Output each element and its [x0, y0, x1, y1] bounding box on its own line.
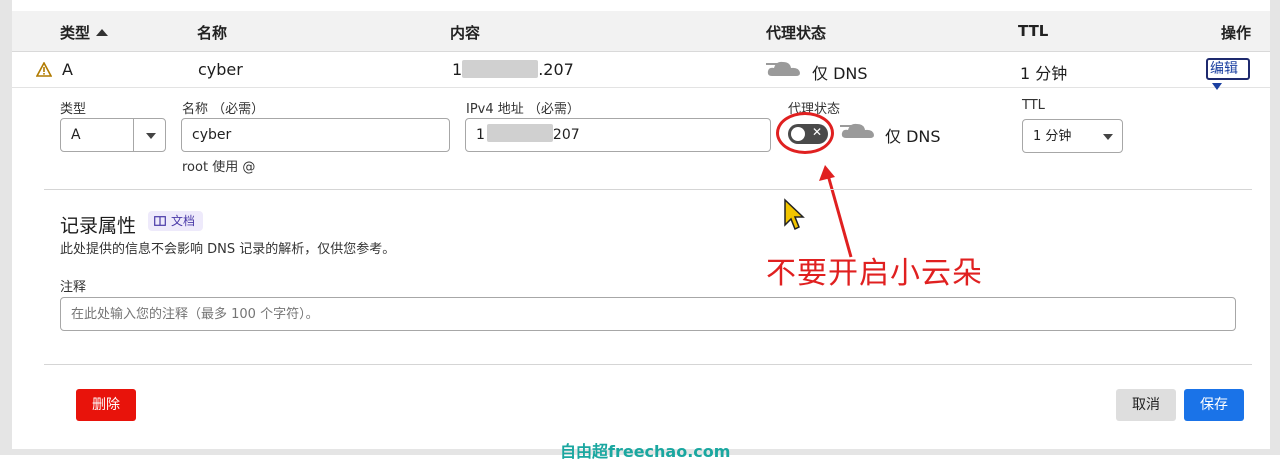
ttl-select-value: 1 分钟 [1033, 129, 1072, 144]
window-frame-right [1270, 0, 1280, 455]
record-props-description: 此处提供的信息不会影响 DNS 记录的解析，仅供您参考。 [60, 242, 396, 257]
warning-icon [36, 62, 52, 77]
doc-link[interactable]: 文档 [148, 211, 204, 231]
cloud-icon [766, 61, 800, 76]
section-divider [44, 364, 1252, 365]
ipv4-suffix: 207 [552, 127, 580, 143]
annotation-text: 不要开启小云朵 [766, 256, 983, 291]
row-name: cyber [198, 60, 243, 79]
row-content-prefix: 1 [452, 60, 463, 79]
row-type: A [62, 60, 73, 79]
column-header-type-label: 类型 [60, 24, 91, 42]
ipv4-input[interactable]: 1 207 [465, 118, 771, 152]
edit-button[interactable]: 编辑 [1206, 58, 1250, 90]
cancel-button[interactable]: 取消 [1116, 389, 1176, 421]
type-label: 类型 [60, 102, 87, 117]
column-header-actions: 操作 [1221, 24, 1252, 42]
name-hint: root 使用 @ [182, 160, 256, 175]
annotation-arrow [819, 165, 853, 258]
select-divider [133, 119, 134, 151]
redacted-ip-block [462, 60, 539, 78]
column-header-content: 内容 [450, 24, 481, 42]
chevron-down-icon [1103, 134, 1113, 140]
doc-link-label: 文档 [171, 214, 196, 228]
column-header-type[interactable]: 类型 [60, 22, 109, 43]
name-input[interactable]: cyber [181, 118, 450, 152]
column-header-name: 名称 [197, 24, 228, 42]
section-divider [44, 189, 1252, 190]
watermark-text: 自由超freechao.com [560, 442, 731, 461]
book-icon [154, 216, 166, 226]
comment-input[interactable] [60, 297, 1236, 331]
row-proxy-status: 仅 DNS [812, 64, 868, 83]
window-frame-left [0, 0, 12, 455]
sort-ascending-icon [96, 29, 109, 36]
proxy-status-text: 仅 DNS [885, 127, 941, 146]
chevron-down-icon [146, 133, 156, 139]
delete-button[interactable]: 删除 [76, 389, 136, 421]
mouse-cursor-icon [784, 198, 805, 231]
column-header-proxy: 代理状态 [766, 24, 827, 42]
type-select-value: A [71, 127, 81, 143]
column-header-ttl: TTL [1018, 22, 1049, 40]
ipv4-prefix: 1 [476, 127, 485, 143]
ttl-label: TTL [1022, 98, 1045, 113]
annotation-circle [776, 112, 834, 154]
save-button[interactable]: 保存 [1184, 389, 1244, 421]
row-content-suffix: .207 [538, 60, 574, 79]
record-props-title: 记录属性 [60, 215, 137, 237]
comment-label: 注释 [60, 280, 87, 295]
row-ttl: 1 分钟 [1020, 64, 1068, 83]
cloud-icon [840, 123, 874, 138]
redacted-ip-block [486, 124, 553, 142]
type-select[interactable]: A [60, 118, 166, 152]
ttl-select[interactable]: 1 分钟 [1022, 119, 1123, 153]
edit-button-label: 编辑 [1210, 61, 1238, 77]
caret-down-icon [1212, 83, 1222, 90]
name-label: 名称 （必需） [182, 102, 265, 117]
row-content: 1 .207 [452, 60, 574, 79]
ipv4-label: IPv4 地址 （必需） [466, 102, 580, 117]
